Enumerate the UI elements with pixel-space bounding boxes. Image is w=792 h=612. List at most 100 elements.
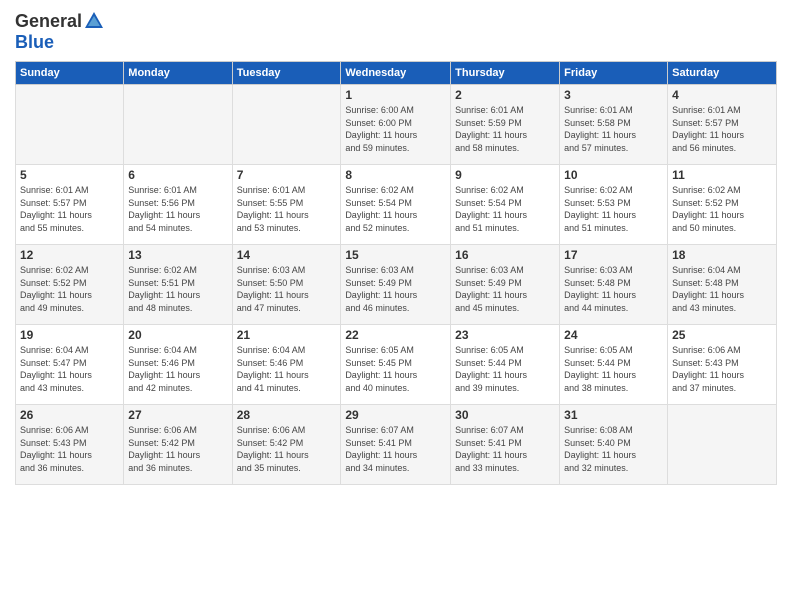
day-number: 7 <box>237 168 337 182</box>
calendar-cell: 28 Sunrise: 6:06 AM Sunset: 5:42 PM Dayli… <box>232 405 341 485</box>
day-info: Sunrise: 6:04 AM Sunset: 5:48 PM Dayligh… <box>672 264 772 314</box>
logo-icon <box>83 10 105 32</box>
calendar-table: SundayMondayTuesdayWednesdayThursdayFrid… <box>15 61 777 485</box>
day-number: 27 <box>128 408 227 422</box>
day-info: Sunrise: 6:07 AM Sunset: 5:41 PM Dayligh… <box>455 424 555 474</box>
day-info: Sunrise: 6:05 AM Sunset: 5:44 PM Dayligh… <box>455 344 555 394</box>
day-number: 30 <box>455 408 555 422</box>
calendar-cell <box>124 85 232 165</box>
day-number: 8 <box>345 168 446 182</box>
calendar-week-row: 19 Sunrise: 6:04 AM Sunset: 5:47 PM Dayli… <box>16 325 777 405</box>
calendar-cell: 2Sunrise: 6:01 AM Sunset: 5:59 PM Daylig… <box>451 85 560 165</box>
page-header: General Blue <box>15 10 777 53</box>
day-info: Sunrise: 6:02 AM Sunset: 5:51 PM Dayligh… <box>128 264 227 314</box>
day-number: 14 <box>237 248 337 262</box>
day-info: Sunrise: 6:02 AM Sunset: 5:54 PM Dayligh… <box>455 184 555 234</box>
day-number: 10 <box>564 168 663 182</box>
day-number: 23 <box>455 328 555 342</box>
calendar-cell <box>16 85 124 165</box>
day-info: Sunrise: 6:02 AM Sunset: 5:54 PM Dayligh… <box>345 184 446 234</box>
day-number: 9 <box>455 168 555 182</box>
calendar-cell: 29 Sunrise: 6:07 AM Sunset: 5:41 PM Dayli… <box>341 405 451 485</box>
calendar-week-row: 12 Sunrise: 6:02 AM Sunset: 5:52 PM Dayli… <box>16 245 777 325</box>
logo-general-text: General <box>15 11 82 32</box>
weekday-header-wednesday: Wednesday <box>341 62 451 85</box>
day-number: 20 <box>128 328 227 342</box>
calendar-cell: 18 Sunrise: 6:04 AM Sunset: 5:48 PM Dayli… <box>668 245 777 325</box>
calendar-cell: 15 Sunrise: 6:03 AM Sunset: 5:49 PM Dayli… <box>341 245 451 325</box>
day-info: Sunrise: 6:05 AM Sunset: 5:45 PM Dayligh… <box>345 344 446 394</box>
day-number: 16 <box>455 248 555 262</box>
calendar-header: SundayMondayTuesdayWednesdayThursdayFrid… <box>16 62 777 85</box>
day-number: 21 <box>237 328 337 342</box>
day-info: Sunrise: 6:06 AM Sunset: 5:42 PM Dayligh… <box>237 424 337 474</box>
calendar-cell: 8 Sunrise: 6:02 AM Sunset: 5:54 PM Daylig… <box>341 165 451 245</box>
day-info: Sunrise: 6:03 AM Sunset: 5:49 PM Dayligh… <box>345 264 446 314</box>
day-number: 5 <box>20 168 119 182</box>
day-info: Sunrise: 6:01 AM Sunset: 5:55 PM Dayligh… <box>237 184 337 234</box>
calendar-cell: 14 Sunrise: 6:03 AM Sunset: 5:50 PM Dayli… <box>232 245 341 325</box>
day-number: 18 <box>672 248 772 262</box>
calendar-cell: 24Sunrise: 6:05 AM Sunset: 5:44 PM Dayli… <box>560 325 668 405</box>
day-info: Sunrise: 6:01 AM Sunset: 5:58 PM Dayligh… <box>564 104 663 154</box>
day-info: Sunrise: 6:00 AM Sunset: 6:00 PM Dayligh… <box>345 104 446 154</box>
day-info: Sunrise: 6:03 AM Sunset: 5:48 PM Dayligh… <box>564 264 663 314</box>
calendar-cell: 7 Sunrise: 6:01 AM Sunset: 5:55 PM Daylig… <box>232 165 341 245</box>
logo: General Blue <box>15 10 106 53</box>
day-number: 6 <box>128 168 227 182</box>
day-info: Sunrise: 6:04 AM Sunset: 5:46 PM Dayligh… <box>128 344 227 394</box>
weekday-header-friday: Friday <box>560 62 668 85</box>
weekday-header-sunday: Sunday <box>16 62 124 85</box>
calendar-cell: 20 Sunrise: 6:04 AM Sunset: 5:46 PM Dayli… <box>124 325 232 405</box>
calendar-cell: 16Sunrise: 6:03 AM Sunset: 5:49 PM Dayli… <box>451 245 560 325</box>
day-info: Sunrise: 6:07 AM Sunset: 5:41 PM Dayligh… <box>345 424 446 474</box>
weekday-header-tuesday: Tuesday <box>232 62 341 85</box>
day-info: Sunrise: 6:01 AM Sunset: 5:57 PM Dayligh… <box>672 104 772 154</box>
calendar-cell: 4 Sunrise: 6:01 AM Sunset: 5:57 PM Daylig… <box>668 85 777 165</box>
calendar-cell: 9 Sunrise: 6:02 AM Sunset: 5:54 PM Daylig… <box>451 165 560 245</box>
day-number: 19 <box>20 328 119 342</box>
calendar-cell: 26Sunrise: 6:06 AM Sunset: 5:43 PM Dayli… <box>16 405 124 485</box>
calendar-week-row: 5 Sunrise: 6:01 AM Sunset: 5:57 PM Daylig… <box>16 165 777 245</box>
calendar-cell: 19 Sunrise: 6:04 AM Sunset: 5:47 PM Dayli… <box>16 325 124 405</box>
day-info: Sunrise: 6:01 AM Sunset: 5:56 PM Dayligh… <box>128 184 227 234</box>
day-number: 4 <box>672 88 772 102</box>
day-info: Sunrise: 6:06 AM Sunset: 5:43 PM Dayligh… <box>672 344 772 394</box>
calendar-cell: 23 Sunrise: 6:05 AM Sunset: 5:44 PM Dayli… <box>451 325 560 405</box>
calendar-cell: 21 Sunrise: 6:04 AM Sunset: 5:46 PM Dayli… <box>232 325 341 405</box>
calendar-cell: 13 Sunrise: 6:02 AM Sunset: 5:51 PM Dayli… <box>124 245 232 325</box>
day-number: 29 <box>345 408 446 422</box>
calendar-body: 1 Sunrise: 6:00 AM Sunset: 6:00 PM Daylig… <box>16 85 777 485</box>
calendar-cell: 11Sunrise: 6:02 AM Sunset: 5:52 PM Dayli… <box>668 165 777 245</box>
day-number: 1 <box>345 88 446 102</box>
calendar-cell: 5 Sunrise: 6:01 AM Sunset: 5:57 PM Daylig… <box>16 165 124 245</box>
day-info: Sunrise: 6:04 AM Sunset: 5:46 PM Dayligh… <box>237 344 337 394</box>
day-number: 25 <box>672 328 772 342</box>
day-info: Sunrise: 6:01 AM Sunset: 5:57 PM Dayligh… <box>20 184 119 234</box>
calendar-cell: 27Sunrise: 6:06 AM Sunset: 5:42 PM Dayli… <box>124 405 232 485</box>
calendar-cell <box>232 85 341 165</box>
page-container: General Blue SundayMondayTuesdayWednesda… <box>0 0 792 612</box>
calendar-cell: 10 Sunrise: 6:02 AM Sunset: 5:53 PM Dayli… <box>560 165 668 245</box>
day-number: 2 <box>455 88 555 102</box>
weekday-header-monday: Monday <box>124 62 232 85</box>
day-number: 15 <box>345 248 446 262</box>
calendar-cell: 17 Sunrise: 6:03 AM Sunset: 5:48 PM Dayli… <box>560 245 668 325</box>
day-number: 13 <box>128 248 227 262</box>
day-number: 26 <box>20 408 119 422</box>
calendar-cell: 30 Sunrise: 6:07 AM Sunset: 5:41 PM Dayli… <box>451 405 560 485</box>
day-info: Sunrise: 6:02 AM Sunset: 5:52 PM Dayligh… <box>20 264 119 314</box>
day-number: 17 <box>564 248 663 262</box>
calendar-cell: 22Sunrise: 6:05 AM Sunset: 5:45 PM Dayli… <box>341 325 451 405</box>
logo-blue-text: Blue <box>15 32 54 52</box>
day-number: 31 <box>564 408 663 422</box>
day-number: 3 <box>564 88 663 102</box>
day-info: Sunrise: 6:04 AM Sunset: 5:47 PM Dayligh… <box>20 344 119 394</box>
day-number: 12 <box>20 248 119 262</box>
day-info: Sunrise: 6:02 AM Sunset: 5:53 PM Dayligh… <box>564 184 663 234</box>
day-info: Sunrise: 6:03 AM Sunset: 5:50 PM Dayligh… <box>237 264 337 314</box>
day-number: 28 <box>237 408 337 422</box>
day-number: 11 <box>672 168 772 182</box>
day-info: Sunrise: 6:08 AM Sunset: 5:40 PM Dayligh… <box>564 424 663 474</box>
weekday-header-saturday: Saturday <box>668 62 777 85</box>
